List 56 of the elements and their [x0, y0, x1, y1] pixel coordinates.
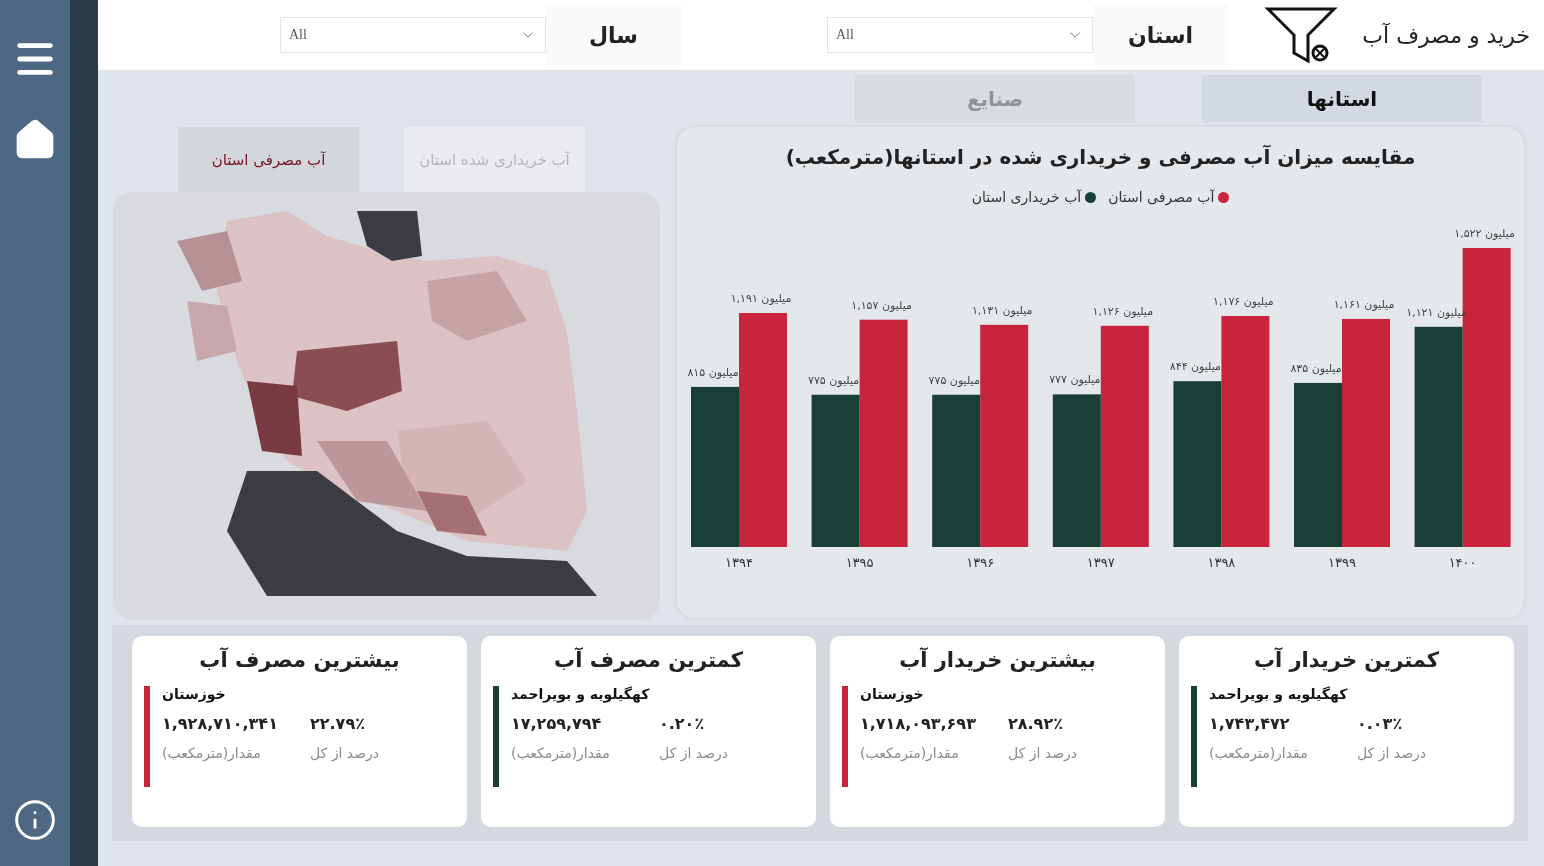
value-label: میلیون ۱,۱۶۱ — [1333, 297, 1395, 311]
value-label: میلیون ۷۷۵ — [928, 373, 980, 387]
amount-value: ۱۷,۲۵۹,۷۹۴ — [511, 714, 602, 733]
percent-label: درصد از کل — [310, 745, 380, 761]
year-label: ۱۳۹۹ — [1328, 555, 1356, 570]
card-title: کمترین خریدار آب — [1252, 648, 1441, 672]
card-title: بیشترین مصرف آب — [198, 648, 401, 672]
value-label: میلیون ۱,۱۲۶ — [1092, 304, 1154, 318]
amount-label: مقدار(مترمکعب) — [860, 745, 959, 761]
year-label: ۱۴۰۰ — [1448, 555, 1477, 570]
amount-value: ۱,۷۱۸,۰۹۳,۶۹۳ — [860, 714, 976, 733]
percent-value: ۲۸.۹۲٪ — [1008, 714, 1063, 733]
year-label: ۱۳۹۸ — [1207, 555, 1236, 570]
year-label: ۱۳۹۴ — [725, 555, 753, 570]
value-label: میلیون ۱,۵۲۲ — [1454, 227, 1515, 240]
value-label: میلیون ۷۷۷ — [1049, 373, 1101, 387]
value-label: میلیون ۱,۱۵۷ — [851, 298, 912, 312]
province-name: خوزستان — [162, 686, 226, 702]
value-label: میلیون ۱,۱۳۱ — [971, 303, 1033, 317]
value-label: میلیون ۷۷۵ — [808, 373, 860, 387]
filter-label: سال — [546, 5, 681, 65]
value-label: میلیون ۸۴۴ — [1169, 360, 1221, 374]
year-label: ۱۳۹۶ — [966, 555, 995, 570]
percent-value: ۰.۰۳٪ — [1357, 714, 1403, 733]
value-label: میلیون ۸۳۵ — [1290, 361, 1342, 375]
province-name: خوزستان — [860, 686, 924, 702]
province-name: کهگیلویه و بویراحمد — [1209, 686, 1348, 702]
percent-value: ۰.۲۰٪ — [659, 714, 705, 733]
tab[interactable]: استانها — [1202, 75, 1482, 122]
legend-item: آب خریداری استان — [971, 189, 1097, 205]
info-icon[interactable] — [13, 798, 57, 842]
province-name: کهگیلویه و بویراحمد — [511, 686, 650, 702]
percent-value: ۲۲.۷۹٪ — [310, 714, 365, 733]
value-label: میلیون ۸۱۵ — [687, 365, 739, 379]
amount-value: ۱,۷۴۳,۴۷۲ — [1209, 714, 1290, 733]
filter-label: استان — [1093, 5, 1228, 65]
map-tab[interactable]: آب مصرفی استان — [178, 127, 359, 192]
chart-title: مقایسه میزان آب مصرفی و خریداری شده در استانها(مترمکعب) — [785, 145, 1416, 169]
filter-dropdown[interactable]: All — [827, 17, 1093, 53]
amount-label: مقدار(مترمکعب) — [511, 745, 610, 761]
card-title: بیشترین خریدار آب — [898, 648, 1097, 672]
clear-filter-icon[interactable] — [1264, 5, 1338, 65]
percent-label: درصد از کل — [1357, 745, 1427, 761]
value-label: میلیون ۱,۱۷۶ — [1213, 294, 1274, 308]
legend-item: آب مصرفی استان — [1108, 189, 1230, 205]
page-title: خرید و مصرف آب — [1361, 22, 1530, 48]
amount-value: ۱,۹۲۸,۷۱۰,۳۴۱ — [162, 714, 278, 733]
value-label: میلیون ۱,۱۹۱ — [730, 292, 792, 306]
card-title: کمترین مصرف آب — [553, 648, 744, 672]
filter-dropdown[interactable]: All — [280, 17, 546, 53]
year-label: ۱۳۹۵ — [845, 555, 874, 570]
percent-label: درصد از کل — [659, 745, 729, 761]
amount-label: مقدار(مترمکعب) — [1209, 745, 1308, 761]
amount-label: مقدار(مترمکعب) — [162, 745, 261, 761]
percent-label: درصد از کل — [1008, 745, 1078, 761]
year-label: ۱۳۹۷ — [1086, 555, 1115, 570]
